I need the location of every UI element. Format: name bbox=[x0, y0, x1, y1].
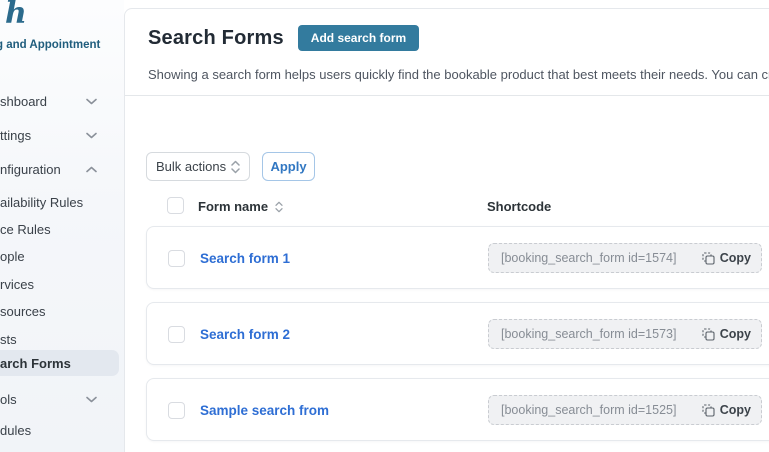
main-panel: Search Forms Add search form Showing a s… bbox=[124, 8, 769, 452]
sidebar-item-label: sources bbox=[0, 303, 46, 319]
sidebar-item-label: ttings bbox=[0, 127, 32, 143]
page-header: Search Forms Add search form bbox=[148, 25, 420, 51]
copy-label: Copy bbox=[719, 251, 751, 265]
brand-name: g and Appointment bbox=[0, 39, 101, 51]
sidebar-item-label: rvices bbox=[0, 276, 34, 292]
header-divider bbox=[125, 95, 769, 96]
table-row: Search form 1 [booking_search_form id=15… bbox=[146, 226, 769, 289]
chevron-down-icon bbox=[86, 396, 97, 402]
copy-label: Copy bbox=[719, 327, 751, 341]
sidebar-item-label: ailability Rules bbox=[0, 194, 84, 210]
form-name-link[interactable]: Sample search from bbox=[200, 403, 329, 418]
sidebar-item-label: dules bbox=[0, 422, 32, 438]
sidebar-item[interactable]: nfiguration bbox=[0, 156, 111, 182]
sidebar-item-label: ople bbox=[0, 248, 25, 264]
sidebar-item[interactable]: sources bbox=[0, 298, 111, 324]
chevron-down-icon bbox=[86, 98, 97, 104]
copy-button[interactable]: Copy bbox=[702, 251, 751, 265]
copy-icon bbox=[702, 403, 715, 417]
add-search-form-button[interactable]: Add search form bbox=[297, 25, 420, 51]
sidebar-item-label: shboard bbox=[0, 93, 47, 109]
page-description: Showing a search form helps users quickl… bbox=[148, 67, 769, 82]
brand-logo: h bbox=[5, 0, 27, 31]
copy-icon bbox=[702, 251, 715, 265]
shortcode-pill: [booking_search_form id=1574] Copy bbox=[488, 243, 762, 273]
chevron-down-icon bbox=[86, 132, 97, 138]
shortcode-pill: [booking_search_form id=1573] Copy bbox=[488, 319, 762, 349]
chevron-up-icon bbox=[86, 166, 97, 172]
row-checkbox[interactable] bbox=[168, 402, 185, 419]
sidebar-item[interactable]: rvices bbox=[0, 271, 111, 297]
bulk-actions-label: Bulk actions bbox=[156, 159, 227, 174]
sidebar-item[interactable]: shboard bbox=[0, 88, 111, 114]
sidebar-item-label: nfiguration bbox=[0, 161, 61, 177]
copy-button[interactable]: Copy bbox=[702, 403, 751, 417]
shortcode-text: [booking_search_form id=1573] bbox=[501, 327, 677, 341]
copy-label: Copy bbox=[719, 403, 751, 417]
copy-icon bbox=[702, 327, 715, 341]
table-header: Form name Shortcode bbox=[125, 197, 769, 217]
page-title: Search Forms bbox=[148, 26, 284, 49]
sidebar: h g and Appointment shboard ttings nfigu… bbox=[0, 0, 124, 452]
sidebar-item-label: ols bbox=[0, 391, 17, 407]
sidebar-item[interactable]: ttings bbox=[0, 122, 111, 148]
sidebar-item[interactable]: arch Forms bbox=[0, 350, 119, 376]
row-checkbox[interactable] bbox=[168, 326, 185, 343]
apply-button[interactable]: Apply bbox=[262, 152, 315, 181]
sidebar-item[interactable]: sts bbox=[0, 326, 111, 352]
sidebar-item[interactable]: ople bbox=[0, 243, 111, 269]
sidebar-item[interactable]: dules bbox=[0, 417, 111, 443]
form-name-link[interactable]: Search form 2 bbox=[200, 327, 290, 342]
table-row: Search form 2 [booking_search_form id=15… bbox=[146, 302, 769, 365]
shortcode-text: [booking_search_form id=1574] bbox=[501, 251, 677, 265]
sidebar-item[interactable]: ce Rules bbox=[0, 216, 111, 242]
sidebar-item[interactable]: ailability Rules bbox=[0, 189, 111, 215]
sidebar-item-label: sts bbox=[0, 331, 17, 347]
bulk-actions-select[interactable]: Bulk actions bbox=[146, 152, 250, 181]
sidebar-item-label: arch Forms bbox=[0, 355, 71, 371]
column-form-name[interactable]: Form name bbox=[198, 199, 283, 214]
sidebar-item-label: ce Rules bbox=[0, 221, 51, 237]
select-all-checkbox[interactable] bbox=[167, 197, 184, 214]
shortcode-text: [booking_search_form id=1525] bbox=[501, 403, 677, 417]
table-row: Sample search from [booking_search_form … bbox=[146, 378, 769, 441]
sidebar-item[interactable]: ols bbox=[0, 386, 111, 412]
column-shortcode: Shortcode bbox=[487, 199, 552, 214]
sort-icon[interactable] bbox=[275, 201, 283, 213]
row-checkbox[interactable] bbox=[168, 250, 185, 267]
copy-button[interactable]: Copy bbox=[702, 327, 751, 341]
form-name-link[interactable]: Search form 1 bbox=[200, 251, 290, 266]
shortcode-pill: [booking_search_form id=1525] Copy bbox=[488, 395, 762, 425]
app-window: h g and Appointment shboard ttings nfigu… bbox=[0, 0, 769, 452]
select-updown-icon bbox=[231, 160, 240, 173]
